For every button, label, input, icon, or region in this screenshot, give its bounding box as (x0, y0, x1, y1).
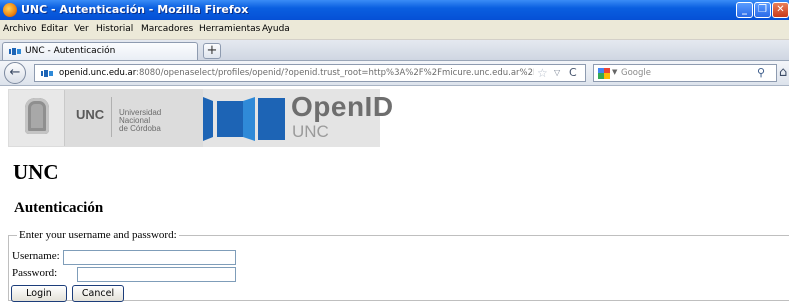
tab-label: UNC - Autenticación (25, 46, 116, 56)
url-text[interactable]: openid.unc.edu.ar:8080/openaselect/profi… (59, 68, 534, 78)
banner-unc-text: UNC (76, 107, 105, 122)
login-legend: Enter your username and password: (19, 229, 177, 241)
page-title: UNC (13, 160, 59, 184)
url-host: openid.unc.edu.ar (59, 68, 137, 78)
username-label: Username: (12, 250, 60, 262)
openid-logo-icon (203, 97, 285, 141)
search-icon[interactable]: ⚲ (757, 66, 773, 80)
navigation-bar: ← openid.unc.edu.ar:8080/openaselect/pro… (0, 61, 789, 86)
new-tab-button[interactable]: + (203, 43, 221, 59)
engine-dropdown-icon[interactable]: ▼ (612, 68, 617, 76)
window-titlebar: UNC - Autenticación - Mozilla Firefox _ … (0, 0, 789, 20)
banner-university-name: Universidad Nacional de Córdoba (119, 108, 162, 133)
openid-favicon-icon (41, 70, 53, 77)
page-subtitle: Autenticación (14, 200, 104, 216)
openid-favicon-icon (9, 48, 21, 55)
unc-seal-icon (25, 98, 49, 134)
url-bar[interactable]: openid.unc.edu.ar:8080/openaselect/profi… (34, 64, 586, 82)
home-button[interactable]: ⌂ (779, 65, 787, 80)
close-window-button[interactable]: ✕ (772, 2, 789, 18)
maximize-button[interactable]: ❐ (754, 2, 771, 18)
menu-herramientas[interactable]: Herramientas (199, 24, 260, 34)
search-box[interactable]: ▼ Google ⚲ (593, 64, 777, 82)
menu-archivo[interactable]: Archivo (3, 24, 37, 34)
reload-button[interactable]: C (569, 66, 577, 79)
url-path: :8080/openaselect/profiles/openid/?openi… (136, 68, 534, 78)
firefox-icon (3, 3, 17, 17)
password-field[interactable] (77, 267, 236, 282)
menu-ver[interactable]: Ver (74, 24, 89, 34)
login-button[interactable]: Login (11, 285, 67, 302)
tab-bar: UNC - Autenticación + (0, 40, 789, 61)
openid-sub-unc: UNC (292, 122, 329, 141)
menu-bar: Archivo Editar Ver Historial Marcadores … (0, 20, 789, 40)
url-dropdown-icon[interactable]: ▽ (554, 68, 560, 77)
cancel-button[interactable]: Cancel (72, 285, 124, 302)
username-field[interactable] (63, 250, 236, 265)
menu-ayuda[interactable]: Ayuda (262, 24, 290, 34)
login-form: Enter your username and password: (8, 229, 789, 301)
search-placeholder: Google (621, 68, 651, 78)
back-button[interactable]: ← (4, 62, 26, 84)
bookmark-star-icon[interactable]: ☆ (537, 66, 548, 80)
openid-wordmark: OpenID (291, 91, 394, 122)
menu-historial[interactable]: Historial (96, 24, 133, 34)
menu-marcadores[interactable]: Marcadores (141, 24, 193, 34)
menu-editar[interactable]: Editar (41, 24, 68, 34)
tab-unc-autenticacion[interactable]: UNC - Autenticación (2, 42, 198, 60)
password-label: Password: (12, 267, 58, 279)
unc-openid-banner: UNC Universidad Nacional de Córdoba Open… (8, 89, 393, 147)
window-title: UNC - Autenticación - Mozilla Firefox (21, 3, 249, 16)
minimize-button[interactable]: _ (736, 2, 753, 18)
